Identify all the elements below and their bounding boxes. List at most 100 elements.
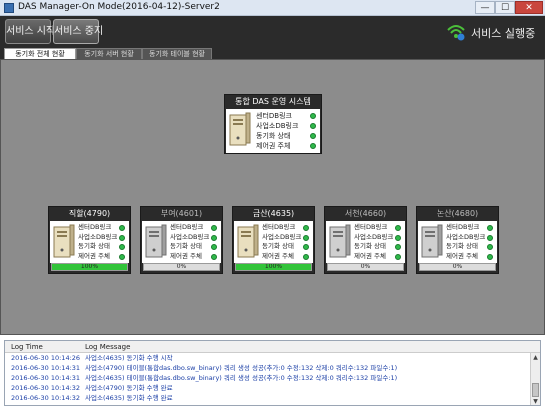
sync-state-row: 동기화 상태 — [78, 242, 127, 252]
sync-state-row: 동기화 상태 — [354, 242, 403, 252]
status-dot — [119, 225, 125, 231]
log-row[interactable]: 2016-06-30 10:14:32 사업소(4790) 동기화 수행 완료 — [5, 384, 540, 393]
service-stop-button[interactable]: 서비스 중지 — [53, 19, 103, 44]
progress-label: 0% — [360, 263, 371, 270]
server-icon — [329, 224, 351, 258]
maximize-button[interactable]: ☐ — [495, 1, 515, 14]
status-dot — [303, 253, 309, 260]
service-start-button[interactable]: 서비스 시작 — [5, 19, 55, 44]
site-node-4635[interactable]: 금산(4635) 센터DB링크 사업소DB링크 동기화 상태 제어권 주체 10… — [232, 206, 315, 274]
control-owner-row: 제어권 주체 — [78, 252, 127, 262]
log-message: 사업소(4790) 동기화 수행 완료 — [85, 384, 173, 392]
status-dot — [211, 234, 217, 241]
tab-sync-servers[interactable]: 동기화 서버 현황 — [76, 48, 142, 59]
log-message: 사업소(4635) 동기화 수행 시작 — [85, 354, 173, 362]
status-dot — [310, 123, 316, 129]
status-dot — [395, 234, 401, 241]
minimize-button[interactable]: — — [475, 1, 495, 14]
server-icon — [237, 224, 259, 258]
control-owner-row: 제어권 주체 — [256, 141, 318, 151]
tab-bar: 동기화 전체 현황 동기화 서버 현황 동기화 테이블 현황 — [0, 47, 545, 59]
service-status: 서비스 실행중 — [443, 20, 541, 44]
server-icon — [145, 224, 167, 258]
center-db-link-row: 센터DB링크 — [354, 223, 403, 233]
progress-label: 100% — [264, 263, 283, 270]
tab-sync-overview[interactable]: 동기화 전체 현황 — [4, 48, 76, 59]
log-time: 2016-06-30 10:14:31 — [11, 364, 81, 372]
center-db-link-row: 센터DB링크 — [262, 223, 311, 233]
site-node-title: 논산(4680) — [436, 209, 479, 218]
status-dot — [303, 234, 309, 241]
log-row[interactable]: 2016-06-30 10:14:32 사업소(4635) 동기화 수행 완료 — [5, 394, 540, 403]
log-row[interactable]: 2016-06-30 10:14:26 사업소(4635) 동기화 수행 시작 — [5, 354, 540, 363]
sync-progress-bar: 100% — [235, 263, 312, 271]
site-node-title: 부여(4601) — [160, 209, 203, 218]
sync-state-row: 동기화 상태 — [446, 242, 495, 252]
server-icon — [53, 224, 75, 258]
scroll-up-icon[interactable]: ▲ — [531, 353, 540, 362]
log-message: 사업소(4635) 테이블(통합das.dbo.sw_binary) 쿼리 생성… — [85, 374, 398, 382]
site-node-body: 센터DB링크 사업소DB링크 동기화 상태 제어권 주체 — [50, 221, 129, 263]
status-dot — [310, 143, 316, 149]
sync-state-row: 동기화 상태 — [256, 131, 318, 141]
log-time: 2016-06-30 10:14:31 — [11, 374, 81, 382]
office-db-link-row: 사업소DB링크 — [354, 233, 403, 243]
status-dot — [310, 133, 316, 139]
wifi-icon — [447, 25, 465, 41]
progress-label: 0% — [176, 263, 187, 270]
sync-progress-bar: 0% — [419, 263, 496, 271]
site-node-4790[interactable]: 직할(4790) 센터DB링크 사업소DB링크 동기화 상태 제어권 주체 10… — [48, 206, 131, 274]
log-message: 사업소(4635) 동기화 수행 완료 — [85, 394, 173, 402]
server-icon — [229, 112, 251, 146]
scroll-down-icon[interactable]: ▼ — [531, 397, 540, 405]
control-owner-row: 제어권 주체 — [446, 252, 495, 262]
site-node-body: 센터DB링크 사업소DB링크 동기화 상태 제어권 주체 — [326, 221, 405, 263]
progress-label: 0% — [452, 263, 463, 270]
sync-state-row: 동기화 상태 — [170, 242, 219, 252]
site-node-4601[interactable]: 부여(4601) 센터DB링크 사업소DB링크 동기화 상태 제어권 주체 0% — [140, 206, 223, 274]
log-time: 2016-06-30 10:14:32 — [11, 394, 81, 402]
window-title: DAS Manager-On Mode(2016-04-12)-Server2 — [18, 2, 220, 12]
sync-progress-bar: 0% — [327, 263, 404, 271]
control-owner-row: 제어권 주체 — [262, 252, 311, 262]
site-node-title: 금산(4635) — [252, 209, 295, 218]
log-row[interactable]: 2016-06-30 10:14:31 사업소(4635) 테이블(통합das.d… — [5, 374, 540, 383]
site-node-4680[interactable]: 논산(4680) 센터DB링크 사업소DB링크 동기화 상태 제어권 주체 0% — [416, 206, 499, 274]
log-message-column-header[interactable]: Log Message — [85, 341, 130, 353]
center-db-link-row: 센터DB링크 — [256, 111, 318, 121]
log-panel: Log Time Log Message 2016-06-30 10:14:26… — [4, 340, 541, 406]
status-dot — [395, 244, 401, 250]
status-dot — [211, 253, 217, 260]
center-db-link-row: 센터DB링크 — [78, 223, 127, 233]
status-dot — [119, 234, 125, 241]
service-status-text: 서비스 실행중 — [471, 27, 536, 40]
log-time: 2016-06-30 10:14:26 — [11, 354, 81, 362]
main-system-node[interactable]: 통합 DAS 운영 시스템 센터DB링크 사업소DB링크 동기화 상태 제어권 … — [224, 94, 322, 154]
log-row[interactable]: 2016-06-30 10:14:31 사업소(4790) 테이블(통합das.d… — [5, 364, 540, 373]
main-node-title: 통합 DAS 운영 시스템 — [235, 97, 311, 106]
sync-progress-bar: 100% — [51, 263, 128, 271]
close-button[interactable]: ✕ — [515, 1, 543, 14]
site-node-title: 서천(4660) — [344, 209, 387, 218]
office-db-link-row: 사업소DB링크 — [256, 121, 318, 131]
site-node-4660[interactable]: 서천(4660) 센터DB링크 사업소DB링크 동기화 상태 제어권 주체 0% — [324, 206, 407, 274]
status-dot — [487, 234, 493, 241]
office-db-link-row: 사업소DB링크 — [78, 233, 127, 243]
tab-sync-tables[interactable]: 동기화 테이블 현황 — [142, 48, 212, 59]
status-dot — [211, 225, 217, 231]
status-dot — [310, 113, 316, 119]
status-dot — [303, 225, 309, 231]
scroll-thumb[interactable] — [532, 383, 539, 397]
status-dot — [303, 244, 309, 250]
log-time-column-header[interactable]: Log Time — [11, 341, 43, 353]
sync-state-row: 동기화 상태 — [262, 242, 311, 252]
toolbar: 서비스 시작 서비스 중지 서비스 실행중 — [0, 16, 545, 47]
status-dot — [119, 244, 125, 250]
log-scrollbar[interactable]: ▲ ▼ — [530, 353, 540, 405]
status-dot — [395, 253, 401, 260]
log-message: 사업소(4790) 테이블(통합das.dbo.sw_binary) 쿼리 생성… — [85, 364, 398, 372]
status-dot — [487, 244, 493, 250]
site-node-body: 센터DB링크 사업소DB링크 동기화 상태 제어권 주체 — [418, 221, 497, 263]
status-dot — [487, 253, 493, 260]
office-db-link-row: 사업소DB링크 — [170, 233, 219, 243]
